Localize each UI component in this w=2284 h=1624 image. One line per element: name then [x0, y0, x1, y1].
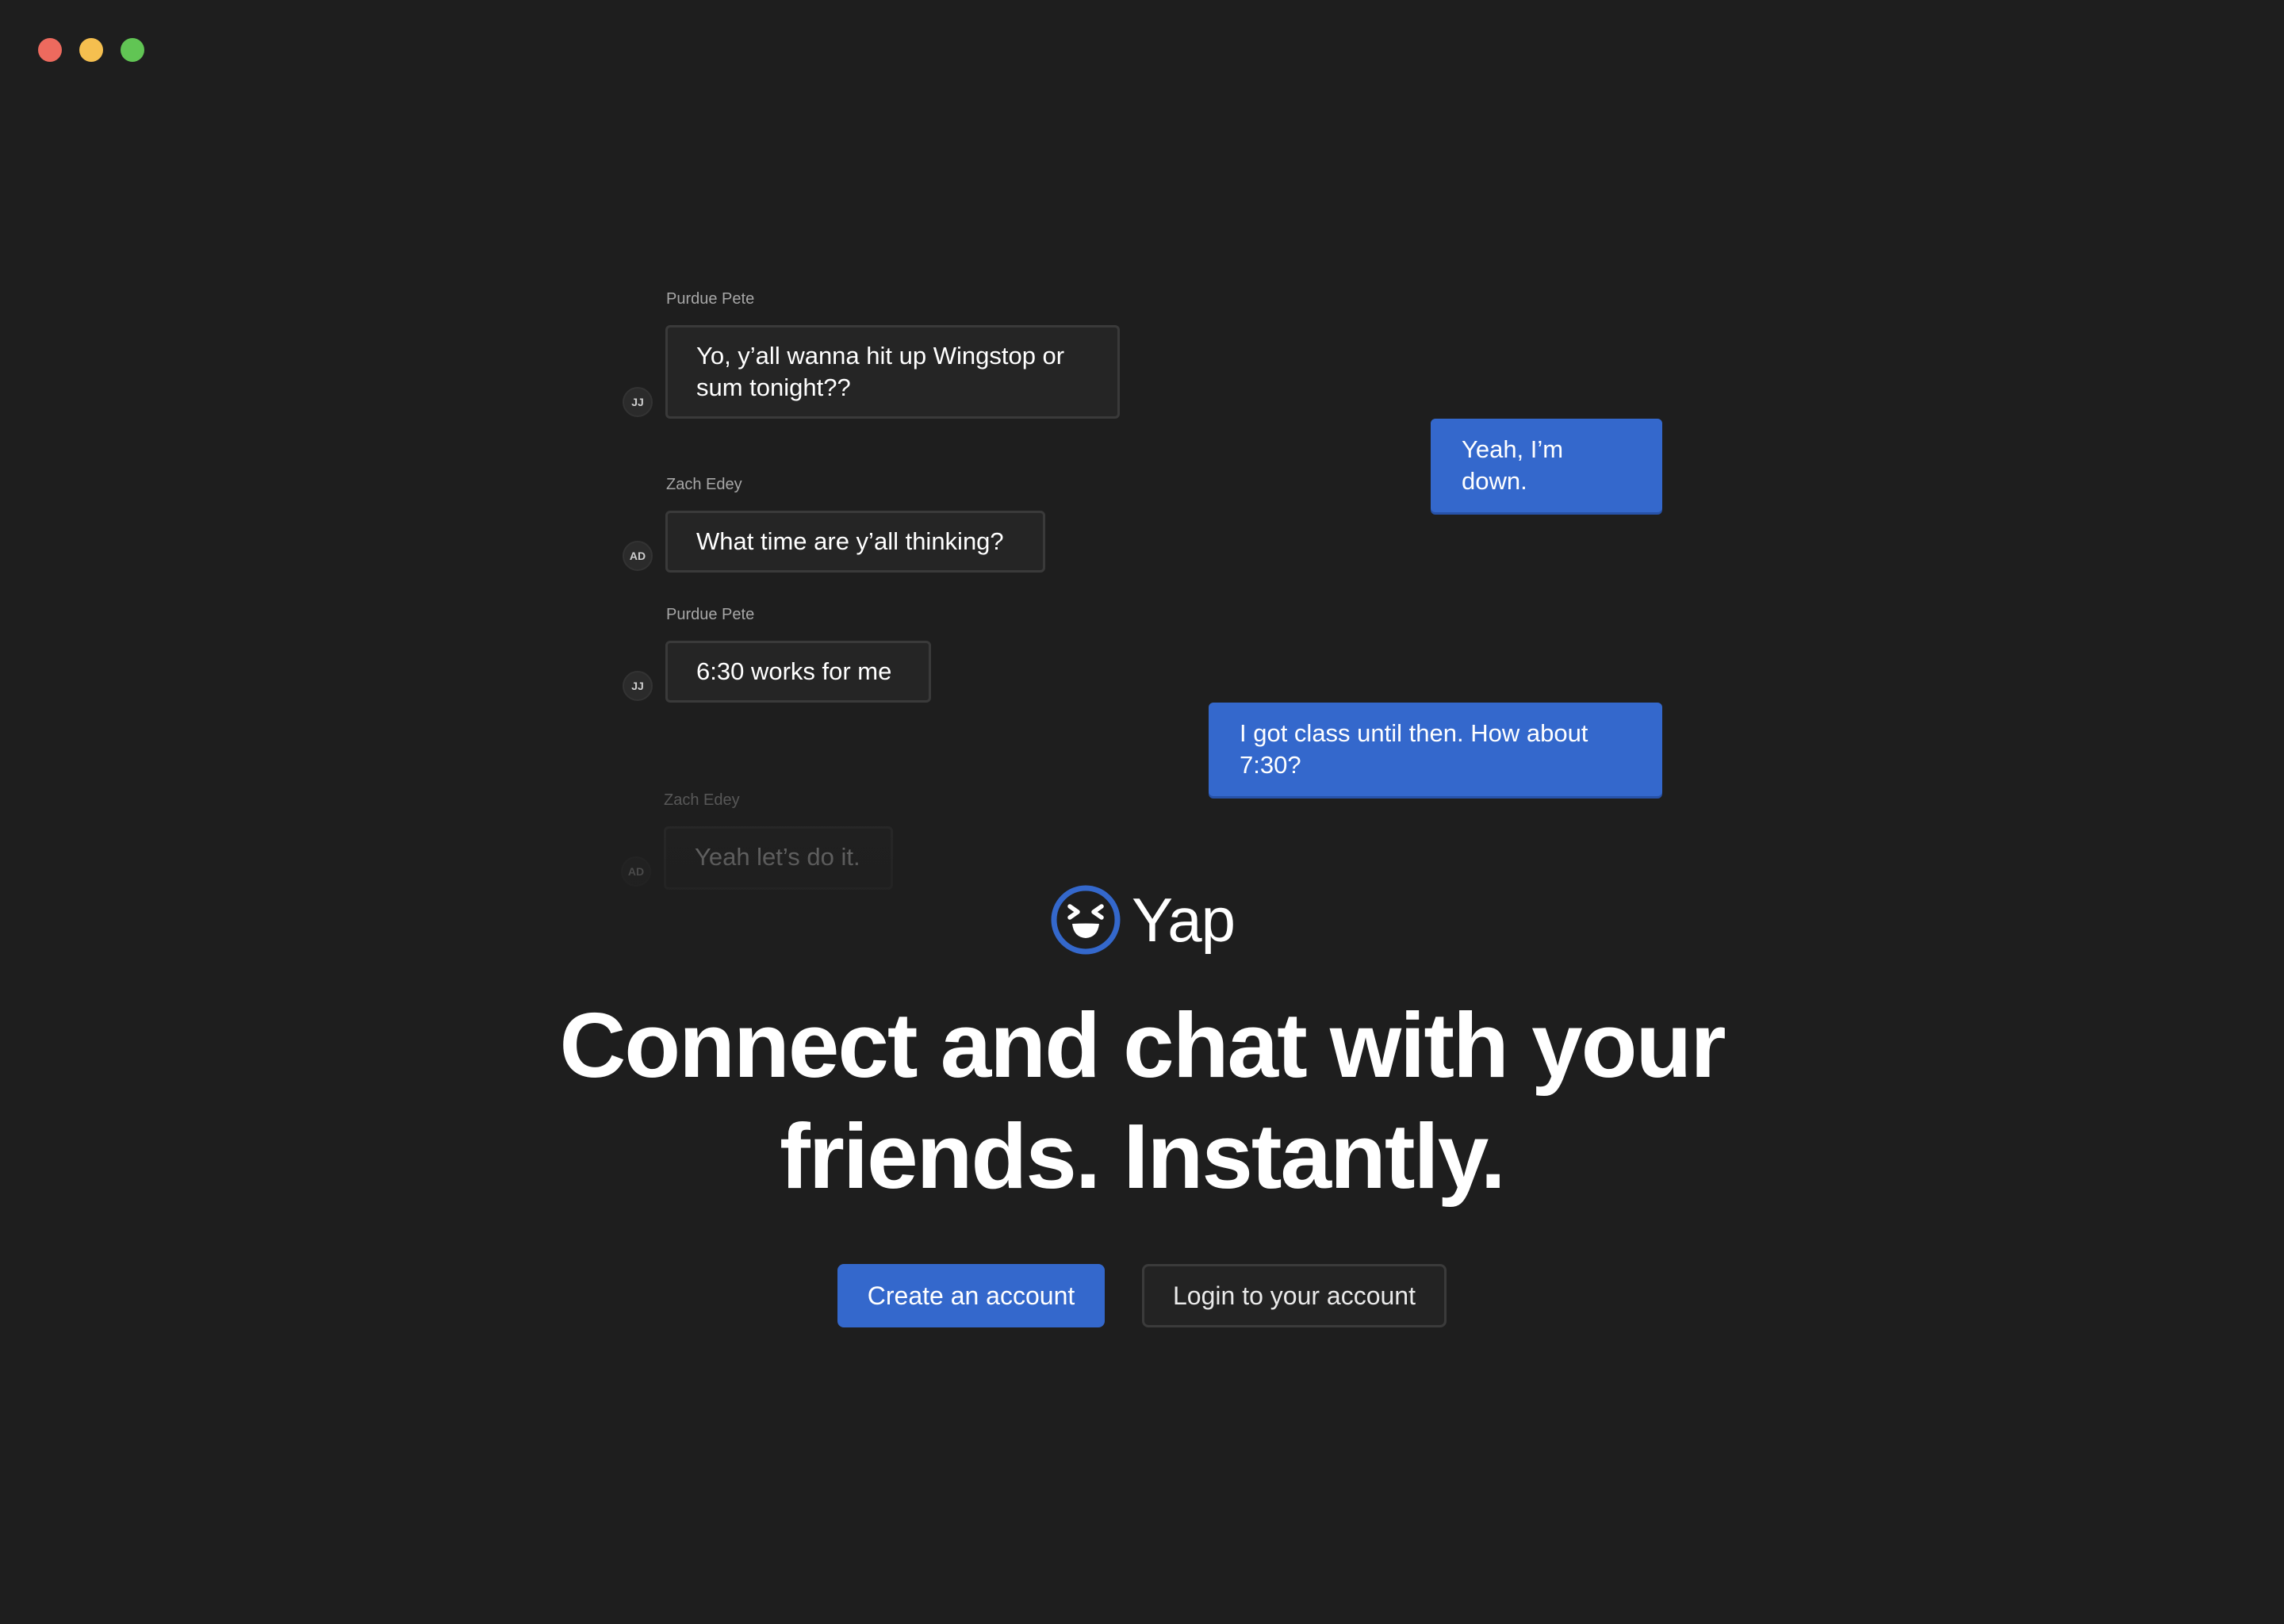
- laughing-face-icon: [1051, 885, 1121, 955]
- message-text: I got class until then. How about: [1240, 719, 1588, 747]
- message-bubble: Yeah let’s do it.: [664, 826, 893, 890]
- message-text: What time are y’all thinking?: [696, 527, 1004, 555]
- message-text: Yeah, I’m down.: [1462, 435, 1564, 495]
- avatar: AD: [621, 856, 651, 887]
- message-text: Yo, y’all wanna hit up Wingstop or: [696, 342, 1065, 370]
- hero-headline: Connect and chat with your friends. Inst…: [0, 990, 2284, 1212]
- message-sender: Purdue Pete: [666, 606, 755, 623]
- avatar: AD: [623, 541, 653, 571]
- message-sender: Zach Edey: [666, 476, 742, 493]
- chat-fade-overlay: [0, 801, 2284, 896]
- message-bubble: What time are y’all thinking?: [665, 511, 1045, 573]
- app-window: Purdue Pete JJ Yo, y’all wanna hit up Wi…: [0, 0, 2284, 1624]
- message-bubble: Yo, y’all wanna hit up Wingstop or sum t…: [665, 325, 1120, 419]
- message-sender: Purdue Pete: [666, 290, 755, 308]
- headline-line: Connect and chat with your: [559, 994, 1726, 1097]
- message-bubble-outgoing: I got class until then. How about 7:30?: [1209, 703, 1662, 796]
- message-text: 7:30?: [1240, 751, 1301, 779]
- avatar: JJ: [623, 387, 653, 417]
- message-text: 6:30 works for me: [696, 657, 892, 685]
- message-text: sum tonight??: [696, 373, 851, 401]
- login-button[interactable]: Login to your account: [1142, 1264, 1447, 1327]
- brand-logo: Yap: [0, 883, 2284, 956]
- message-text: Yeah let’s do it.: [695, 843, 860, 871]
- avatar: JJ: [623, 671, 653, 701]
- brand-name: Yap: [1132, 885, 1236, 955]
- message-bubble-outgoing: Yeah, I’m down.: [1431, 419, 1662, 512]
- message-bubble: 6:30 works for me: [665, 641, 931, 703]
- message-sender: Zach Edey: [664, 791, 740, 809]
- create-account-button[interactable]: Create an account: [837, 1264, 1105, 1327]
- chat-preview: Purdue Pete JJ Yo, y’all wanna hit up Wi…: [0, 0, 2284, 896]
- headline-line: friends. Instantly.: [780, 1105, 1506, 1208]
